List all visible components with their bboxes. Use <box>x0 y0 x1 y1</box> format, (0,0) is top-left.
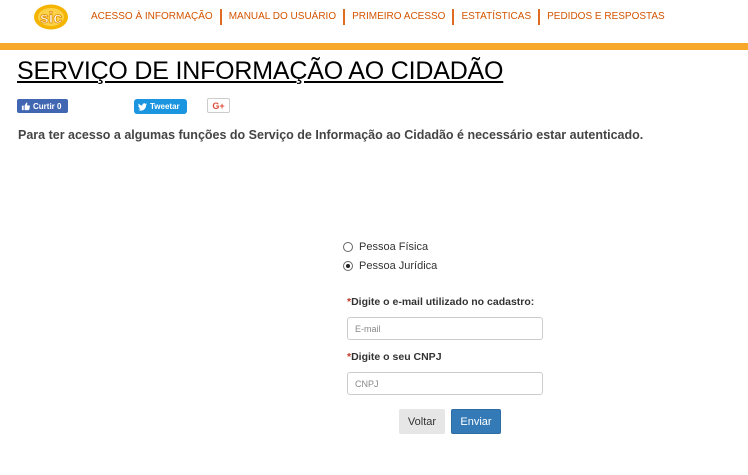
nav-manual-usuario[interactable]: MANUAL DO USUÁRIO <box>222 9 343 25</box>
nav-estatisticas[interactable]: ESTATÍSTICAS <box>454 9 538 25</box>
radio-circle[interactable] <box>343 242 353 252</box>
cnpj-field[interactable] <box>347 372 543 395</box>
nav-pedidos-respostas[interactable]: PEDIDOS E RESPOSTAS <box>540 9 672 25</box>
facebook-like-label: Curtir 0 <box>33 101 62 111</box>
google-plus-button[interactable]: G+ <box>207 98 230 113</box>
submit-button[interactable]: Enviar <box>451 409 501 434</box>
page-title: SERVIÇO DE INFORMAÇÃO AO CIDADÃO <box>17 57 504 85</box>
twitter-tweet-button[interactable]: Tweetar <box>134 99 187 114</box>
email-field-label: *Digite o e-mail utilizado no cadastro: <box>347 296 535 308</box>
twitter-bird-icon <box>138 102 147 111</box>
cnpj-field-label: *Digite o seu CNPJ <box>347 351 442 363</box>
back-button[interactable]: Voltar <box>399 409 445 434</box>
twitter-tweet-label: Tweetar <box>150 102 180 111</box>
radio-label: Pessoa Jurídica <box>359 260 438 272</box>
header-accent-bar <box>0 43 748 50</box>
main-nav: ACESSO À INFORMAÇÃO MANUAL DO USUÁRIO PR… <box>84 9 672 25</box>
nav-acesso-informacao[interactable]: ACESSO À INFORMAÇÃO <box>84 9 220 25</box>
sic-logo[interactable]: sic <box>33 3 69 31</box>
email-field[interactable] <box>347 317 543 340</box>
site-header: sic ACESSO À INFORMAÇÃO MANUAL DO USUÁRI… <box>0 0 748 44</box>
radio-label: Pessoa Física <box>359 241 429 253</box>
thumbs-up-icon <box>21 101 30 110</box>
svg-text:sic: sic <box>40 10 62 27</box>
authentication-notice: Para ter acesso a algumas funções do Ser… <box>18 128 644 142</box>
nav-primeiro-acesso[interactable]: PRIMEIRO ACESSO <box>345 9 452 25</box>
google-plus-icon: G+ <box>212 100 225 111</box>
radio-circle-selected[interactable] <box>343 261 353 271</box>
radio-pessoa-juridica[interactable]: Pessoa Jurídica <box>343 260 437 272</box>
facebook-like-button[interactable]: Curtir 0 <box>17 99 68 113</box>
radio-pessoa-fisica[interactable]: Pessoa Física <box>343 241 428 253</box>
